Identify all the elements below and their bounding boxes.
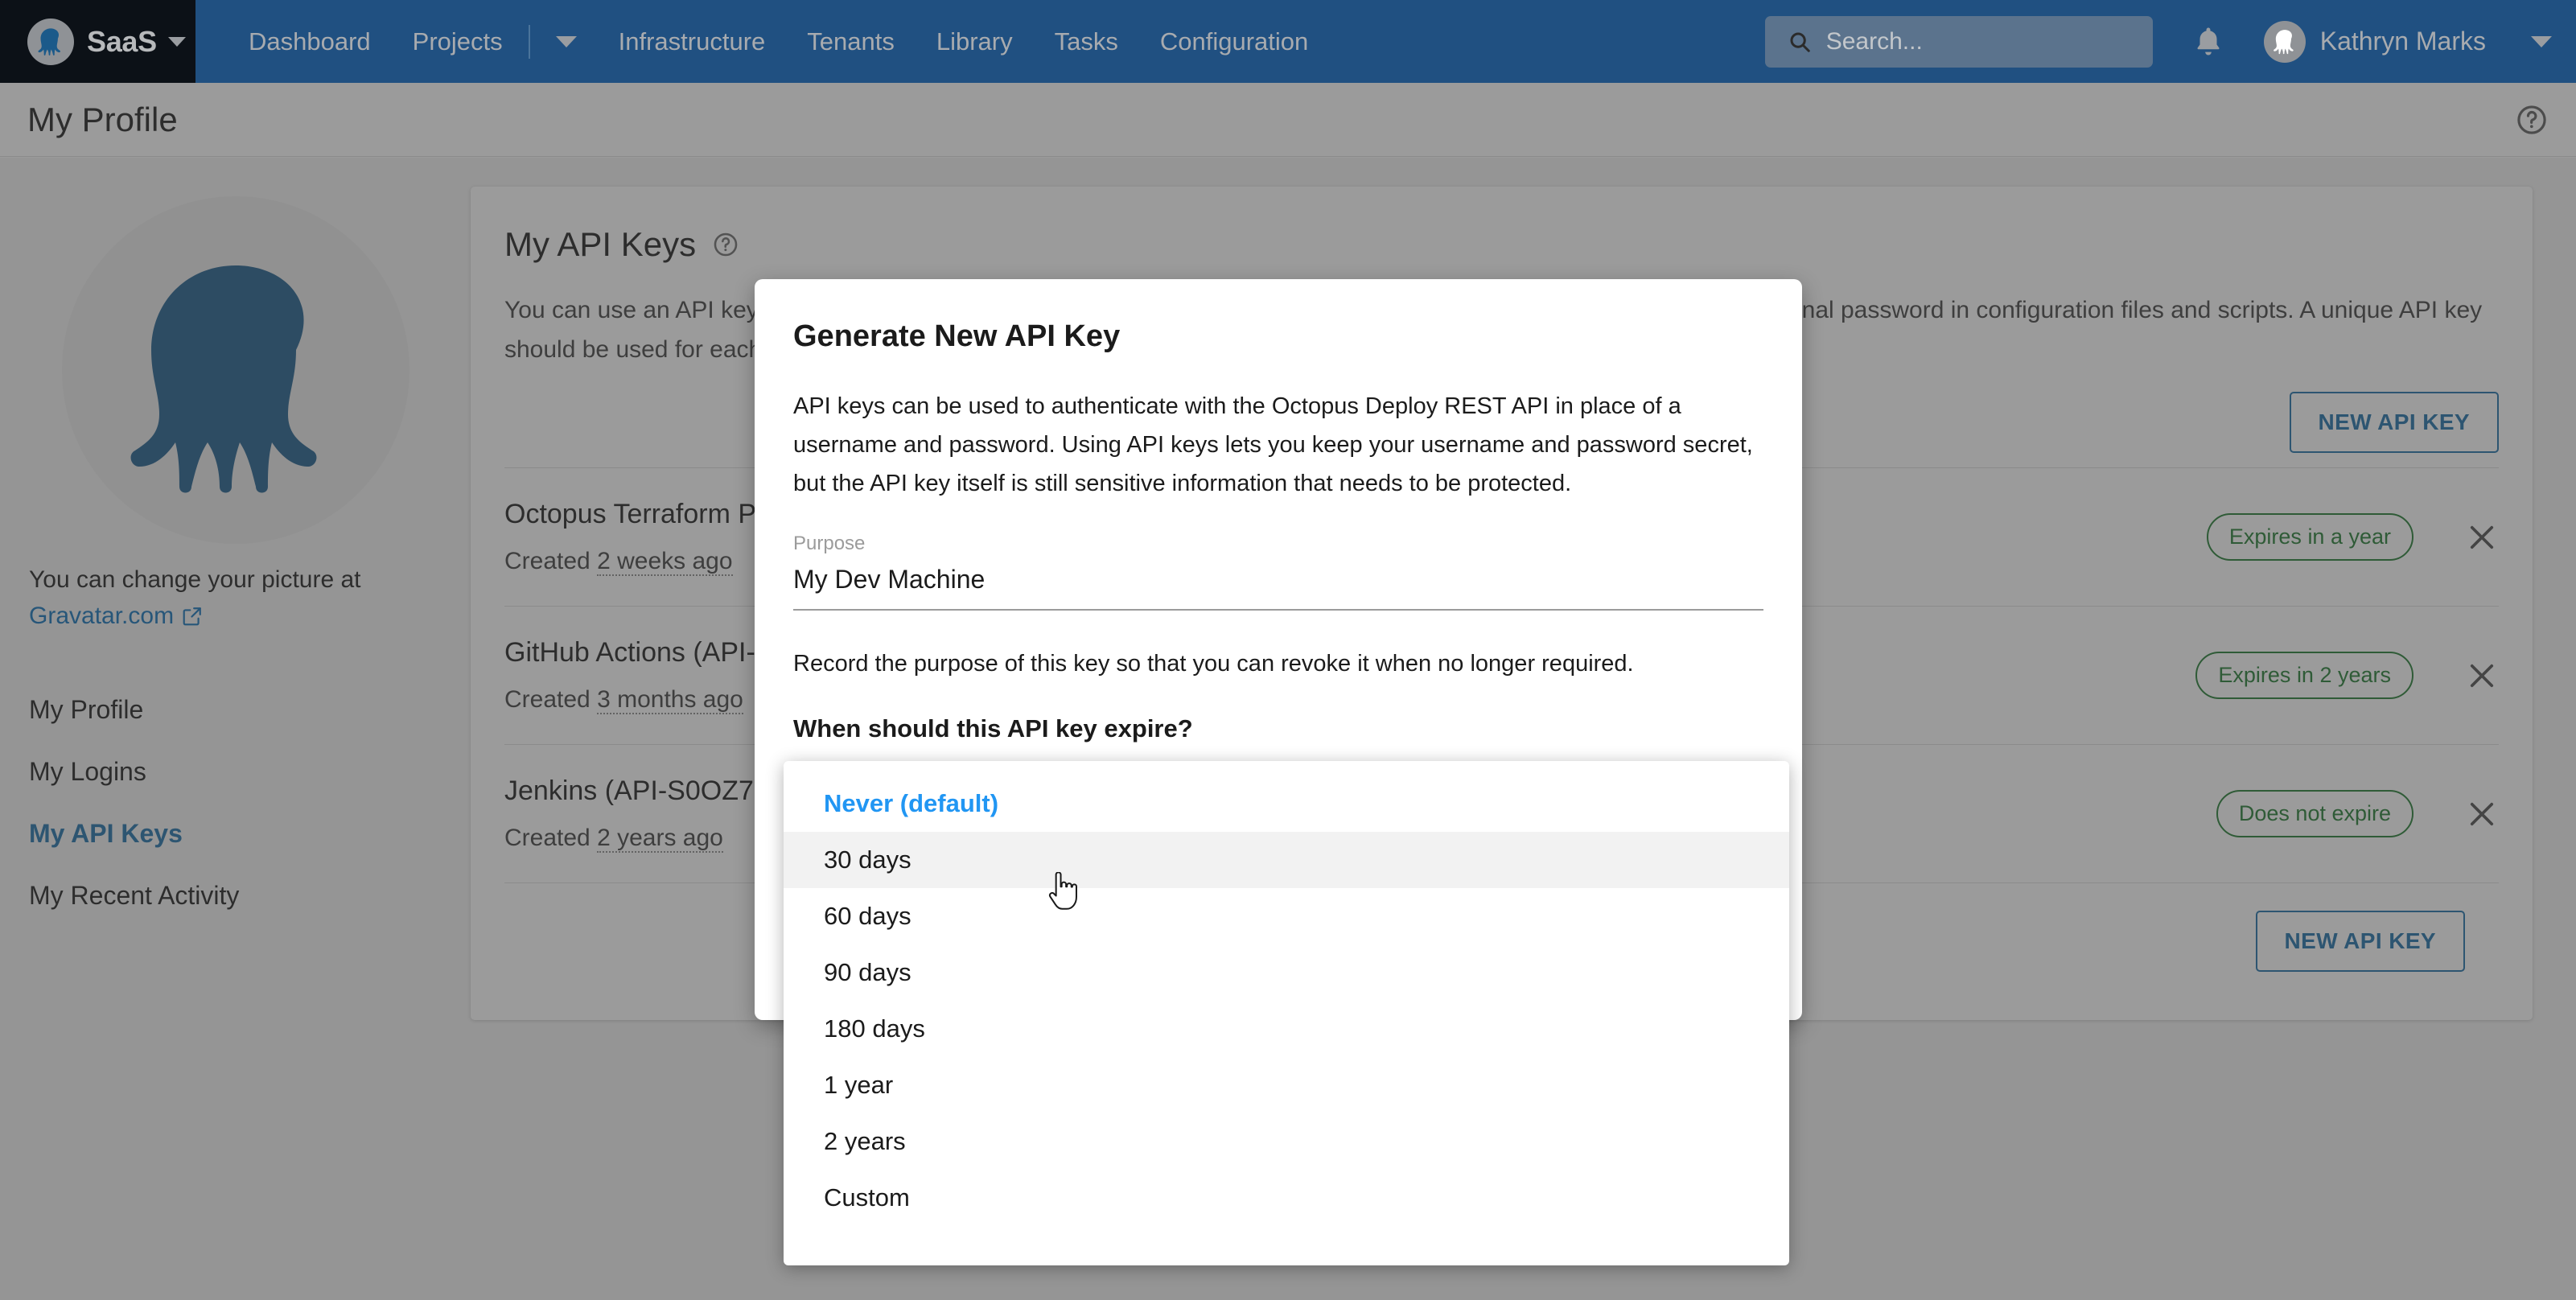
nav-link-tenants[interactable]: Tenants <box>786 0 916 83</box>
brand-home-link[interactable]: SaaS <box>0 0 195 83</box>
top-navigation-bar: SaaS Dashboard Projects Infrastructure T… <box>0 0 2576 83</box>
search-placeholder-text: Search... <box>1825 27 1923 55</box>
purpose-input-value: My Dev Machine <box>793 564 986 594</box>
dropdown-option-60-days[interactable]: 60 days <box>784 888 1789 944</box>
dialog-body-text: API keys can be used to authenticate wit… <box>793 393 1753 496</box>
dropdown-option-2-years[interactable]: 2 years <box>784 1113 1789 1170</box>
primary-nav-links: Dashboard Projects Infrastructure Tenant… <box>228 0 1329 83</box>
user-name-label: Kathryn Marks <box>2319 27 2486 56</box>
nav-right-cluster: Search... Kathryn Marks <box>1764 15 2576 68</box>
expiry-question-label: When should this API key expire? <box>793 714 1193 743</box>
octopus-avatar-icon <box>2263 20 2306 63</box>
dropdown-option-custom[interactable]: Custom <box>784 1170 1789 1226</box>
projects-dropdown-caret-icon[interactable] <box>535 0 598 83</box>
nav-link-projects[interactable]: Projects <box>392 0 524 83</box>
purpose-label: Purpose <box>793 532 866 554</box>
nav-link-configuration[interactable]: Configuration <box>1139 0 1329 83</box>
brand-caret-icon[interactable] <box>167 36 186 47</box>
expiry-options-dropdown: Never (default) 30 days 60 days 90 days … <box>784 761 1789 1265</box>
purpose-input[interactable]: My Dev Machine <box>793 565 1763 611</box>
nav-link-dashboard[interactable]: Dashboard <box>228 0 392 83</box>
nav-link-tasks[interactable]: Tasks <box>1034 0 1139 83</box>
brand-label: SaaS <box>87 24 157 58</box>
nav-link-library[interactable]: Library <box>916 0 1034 83</box>
octopus-logo-icon <box>27 18 74 65</box>
dialog-title: Generate New API Key <box>793 319 1121 353</box>
purpose-hint-text: Record the purpose of this key so that y… <box>793 650 1634 677</box>
user-menu-caret-icon[interactable] <box>2531 35 2552 47</box>
dropdown-option-30-days[interactable]: 30 days <box>784 832 1789 888</box>
search-icon <box>1788 30 1812 54</box>
dropdown-option-180-days[interactable]: 180 days <box>784 1001 1789 1057</box>
search-input[interactable]: Search... <box>1764 15 2153 68</box>
bell-icon[interactable] <box>2191 25 2225 59</box>
dropdown-option-never[interactable]: Never (default) <box>784 775 1789 832</box>
user-menu[interactable]: Kathryn Marks <box>2263 20 2552 63</box>
dropdown-option-1-year[interactable]: 1 year <box>784 1057 1789 1113</box>
dropdown-option-90-days[interactable]: 90 days <box>784 944 1789 1001</box>
nav-divider <box>528 24 530 59</box>
nav-link-infrastructure[interactable]: Infrastructure <box>598 0 787 83</box>
